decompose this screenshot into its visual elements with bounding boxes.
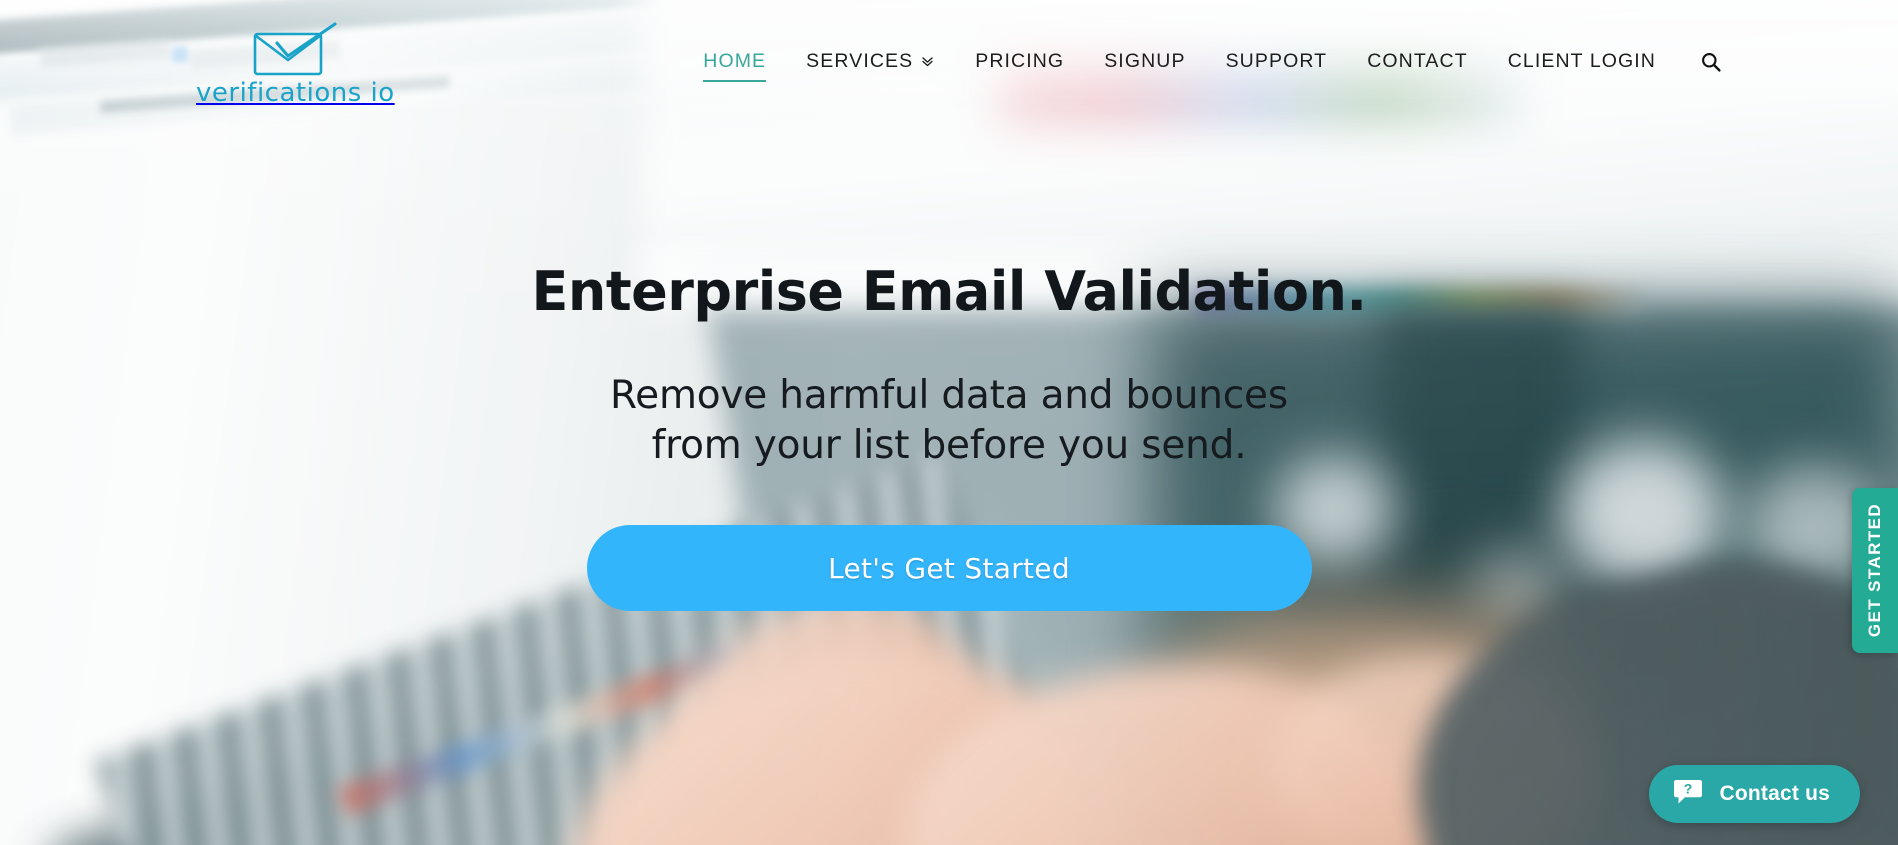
nav-item-services[interactable]: SERVICES bbox=[786, 50, 955, 73]
hero-title: Enterprise Email Validation. bbox=[531, 260, 1367, 323]
contact-us-label: Contact us bbox=[1719, 782, 1830, 805]
site-logo[interactable]: verifications io bbox=[196, 22, 395, 108]
site-logo-text: verifications io bbox=[196, 78, 395, 108]
nav-item-client-login-label: CLIENT LOGIN bbox=[1507, 50, 1656, 72]
site-header: verifications io HOME SERVICES PRICING S… bbox=[0, 0, 1898, 112]
nav-item-services-label: SERVICES bbox=[806, 50, 914, 72]
hero-content: Enterprise Email Validation. Remove harm… bbox=[0, 260, 1898, 612]
lets-get-started-button[interactable]: Let's Get Started bbox=[586, 525, 1312, 612]
nav-item-support-label: SUPPORT bbox=[1225, 50, 1328, 72]
nav-item-pricing[interactable]: PRICING bbox=[955, 50, 1084, 73]
nav-item-signup[interactable]: SIGNUP bbox=[1084, 50, 1205, 73]
hero-section: verifications io HOME SERVICES PRICING S… bbox=[0, 0, 1898, 845]
nav-item-pricing-label: PRICING bbox=[975, 50, 1065, 72]
nav-item-home[interactable]: HOME bbox=[683, 50, 786, 82]
get-started-side-tab-label: GET STARTED bbox=[1865, 503, 1884, 638]
hero-subtitle-line2: from your list before you send. bbox=[651, 423, 1247, 469]
contact-us-chat-widget[interactable]: ? Contact us bbox=[1649, 765, 1860, 823]
get-started-side-tab[interactable]: GET STARTED bbox=[1852, 488, 1898, 653]
nav-item-contact[interactable]: CONTACT bbox=[1347, 50, 1488, 73]
search-icon[interactable] bbox=[1700, 51, 1722, 73]
svg-text:?: ? bbox=[1684, 780, 1693, 796]
hero-subtitle-line1: Remove harmful data and bounces bbox=[610, 373, 1288, 419]
envelope-check-icon bbox=[247, 22, 343, 76]
chevron-down-icon bbox=[920, 54, 935, 69]
nav-item-contact-label: CONTACT bbox=[1367, 50, 1468, 72]
hero-subtitle: Remove harmful data and bounces from you… bbox=[0, 371, 1898, 471]
nav-item-support[interactable]: SUPPORT bbox=[1206, 50, 1348, 73]
nav-item-signup-label: SIGNUP bbox=[1104, 50, 1186, 72]
nav-item-home-label: HOME bbox=[703, 50, 767, 72]
chat-question-icon: ? bbox=[1673, 778, 1703, 811]
nav-item-client-login[interactable]: CLIENT LOGIN bbox=[1488, 50, 1676, 73]
main-navigation: HOME SERVICES PRICING SIGNUP SUPPORT CON… bbox=[683, 50, 1722, 82]
